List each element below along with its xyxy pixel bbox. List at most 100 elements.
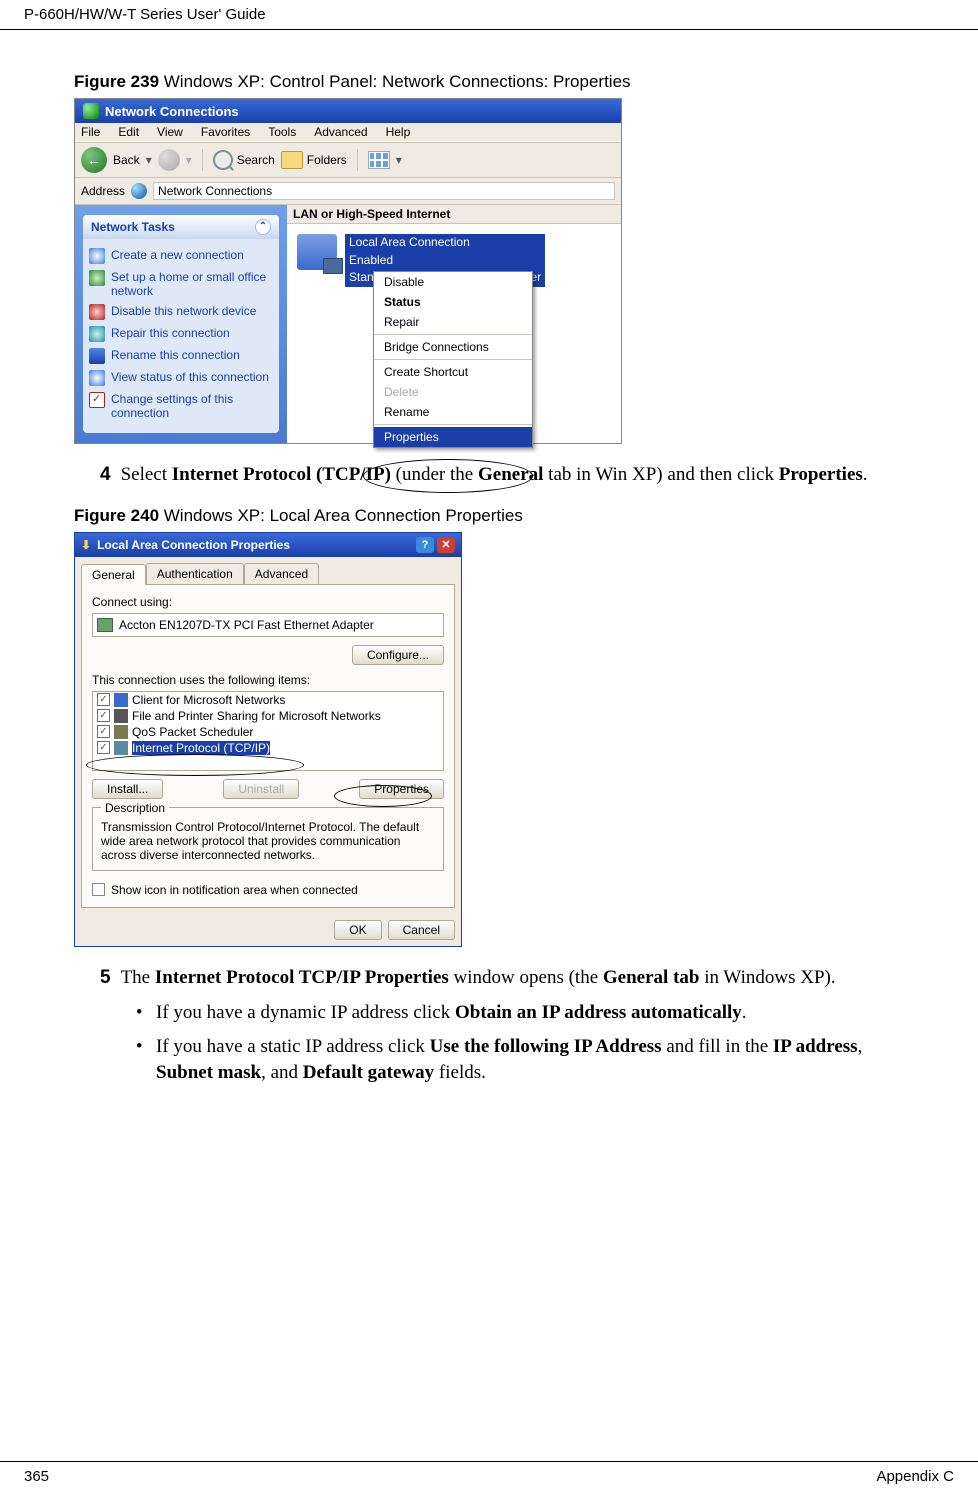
ctx-repair[interactable]: Repair [374, 312, 532, 332]
text-run: in Windows XP). [699, 967, 835, 988]
component-icon [114, 693, 128, 707]
menu-edit[interactable]: Edit [118, 125, 139, 139]
list-item[interactable]: ✓ File and Printer Sharing for Microsoft … [93, 708, 443, 724]
text-run: , and [261, 1062, 303, 1083]
views-button-icon[interactable] [368, 151, 390, 169]
list-item[interactable]: ✓ QoS Packet Scheduler [93, 724, 443, 740]
task-icon [89, 326, 105, 342]
page-number: 365 [24, 1468, 49, 1485]
ctx-properties[interactable]: Properties [374, 427, 532, 447]
ctx-shortcut[interactable]: Create Shortcut [374, 362, 532, 382]
appendix-label: Appendix C [876, 1468, 954, 1485]
dialog-titlebar[interactable]: ⬇ Local Area Connection Properties ? ✕ [75, 533, 461, 557]
ok-button[interactable]: OK [334, 920, 381, 940]
screenshot-network-connections: Network Connections File Edit View Favor… [74, 98, 622, 444]
folders-label: Folders [307, 153, 347, 167]
folder-icon [281, 151, 303, 169]
cancel-button[interactable]: Cancel [388, 920, 455, 940]
ctx-delete: Delete [374, 382, 532, 402]
checkbox-icon[interactable]: ✓ [97, 693, 110, 706]
search-button[interactable]: Search [213, 150, 275, 170]
task-disable-device[interactable]: Disable this network device [89, 301, 273, 323]
list-item[interactable]: ✓ Client for Microsoft Networks [93, 692, 443, 708]
screenshot-lac-properties: ⬇ Local Area Connection Properties ? ✕ G… [74, 532, 462, 947]
menu-view[interactable]: View [157, 125, 183, 139]
text-run: fields. [434, 1062, 486, 1083]
task-label: Rename this connection [111, 348, 240, 362]
ctx-rename[interactable]: Rename [374, 402, 532, 422]
configure-button[interactable]: Configure... [352, 645, 444, 665]
checkbox-icon[interactable]: ✓ [97, 725, 110, 738]
task-change-settings[interactable]: Change settings of this connection [89, 389, 273, 423]
header-guide-title: P-660H/HW/W-T Series User' Guide [24, 6, 266, 23]
address-input[interactable] [153, 182, 615, 200]
figure-239-caption: Figure 239 Windows XP: Control Panel: Ne… [74, 72, 904, 92]
tab-authentication[interactable]: Authentication [146, 563, 244, 584]
ctx-disable[interactable]: Disable [374, 272, 532, 292]
connection-status: Enabled [345, 252, 545, 270]
task-create-connection[interactable]: Create a new connection [89, 245, 273, 267]
task-icon [89, 304, 105, 320]
toolbar: ← Back ▾ ▾ Search Folders ▾ [75, 142, 621, 178]
task-icon [89, 348, 105, 364]
folders-button[interactable]: Folders [281, 151, 347, 169]
search-icon [213, 150, 233, 170]
toolbar-separator [357, 149, 358, 171]
checkbox-icon[interactable]: ✓ [97, 709, 110, 722]
menu-file[interactable]: File [81, 125, 100, 139]
collapse-icon[interactable]: ⌃ [255, 219, 271, 235]
ctx-bridge[interactable]: Bridge Connections [374, 337, 532, 357]
tasks-panel-title: Network Tasks [91, 220, 175, 234]
address-label: Address [81, 184, 125, 198]
category-header: LAN or High-Speed Internet [287, 205, 621, 224]
install-button[interactable]: Install... [92, 779, 163, 799]
nic-icon [97, 618, 113, 632]
text-bold: Default gateway [303, 1062, 434, 1083]
close-icon[interactable]: ✕ [437, 537, 455, 553]
bullet-item: If you have a static IP address click Us… [152, 1034, 904, 1085]
task-setup-network[interactable]: Set up a home or small office network [89, 267, 273, 301]
menu-tools[interactable]: Tools [268, 125, 296, 139]
list-item-selected[interactable]: ✓ Internet Protocol (TCP/IP) [93, 740, 443, 756]
tasks-sidebar: Network Tasks ⌃ Create a new connection … [75, 205, 287, 443]
figure-240-title: Windows XP: Local Area Connection Proper… [164, 506, 523, 525]
task-repair-connection[interactable]: Repair this connection [89, 323, 273, 345]
text-run: The [121, 967, 155, 988]
text-bold: Internet Protocol (TCP/IP) [172, 464, 391, 485]
connection-name: Local Area Connection [345, 234, 545, 252]
bullet-item: If you have a dynamic IP address click O… [152, 1000, 904, 1026]
tasks-panel-header[interactable]: Network Tasks ⌃ [83, 215, 279, 239]
annotation-circle [363, 459, 533, 493]
help-icon[interactable]: ? [416, 537, 434, 553]
step-number: 5 [100, 965, 111, 991]
uses-items-label: This connection uses the following items… [92, 673, 444, 687]
item-label: Client for Microsoft Networks [132, 693, 285, 707]
item-label: QoS Packet Scheduler [132, 725, 253, 739]
tab-advanced[interactable]: Advanced [244, 563, 319, 584]
uninstall-button: Uninstall [223, 779, 299, 799]
menu-help[interactable]: Help [386, 125, 411, 139]
task-view-status[interactable]: View status of this connection [89, 367, 273, 389]
checkbox-icon[interactable]: ✓ [97, 741, 110, 754]
text-run: If you have a dynamic IP address click [156, 1002, 455, 1023]
text-bold: Properties [779, 464, 863, 485]
task-label: Set up a home or small office network [111, 270, 273, 298]
back-button-icon[interactable]: ← [81, 147, 107, 173]
menu-advanced[interactable]: Advanced [314, 125, 367, 139]
show-icon-checkbox[interactable] [92, 883, 105, 896]
task-rename-connection[interactable]: Rename this connection [89, 345, 273, 367]
window-titlebar[interactable]: Network Connections [75, 99, 621, 123]
task-label: Change settings of this connection [111, 392, 273, 420]
menu-favorites[interactable]: Favorites [201, 125, 250, 139]
ctx-separator [374, 359, 532, 360]
search-label: Search [237, 153, 275, 167]
annotation-circle [86, 754, 304, 776]
item-label: Internet Protocol (TCP/IP) [132, 741, 270, 755]
task-label: Repair this connection [111, 326, 230, 340]
ctx-status[interactable]: Status [374, 292, 532, 312]
tab-strip: General Authentication Advanced [75, 557, 461, 584]
text-run: If you have a static IP address click [156, 1036, 430, 1057]
tab-general[interactable]: General [81, 564, 146, 585]
item-label: File and Printer Sharing for Microsoft N… [132, 709, 381, 723]
back-button-label[interactable]: Back [113, 153, 140, 167]
